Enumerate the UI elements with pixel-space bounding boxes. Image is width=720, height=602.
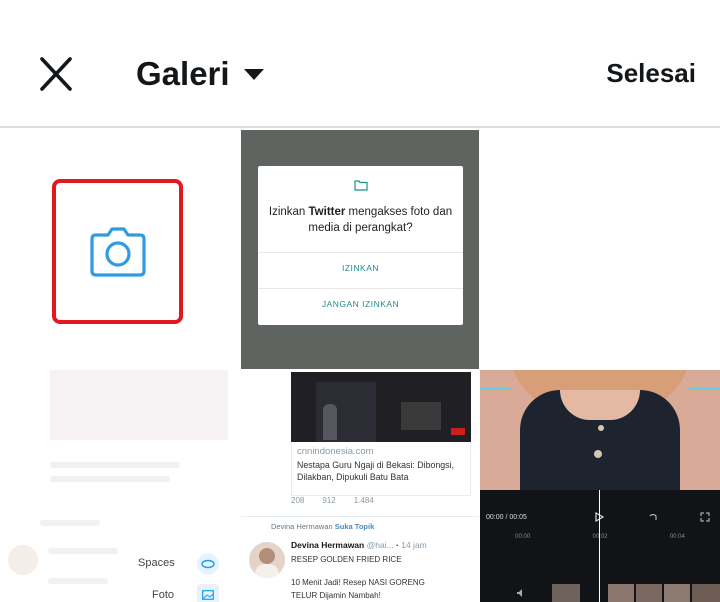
undo-icon: [649, 514, 657, 520]
blurred-text: [50, 462, 180, 468]
camera-tile[interactable]: [0, 130, 240, 369]
tweet-text-line: RESEP GOLDEN FRIED RICE: [291, 555, 402, 564]
timeline-clip: [636, 584, 662, 602]
tweet-author: Devina Hermawan @hai... · 14 jam: [291, 540, 427, 550]
camera-button[interactable]: [52, 179, 183, 324]
video-time: 00:00 / 00:05: [486, 514, 527, 521]
spaces-icon: [197, 553, 219, 575]
deny-label: JANGAN IZINKAN: [321, 299, 400, 309]
media-thumbnail-news-tweet[interactable]: cnnindonesia.com Nestapa Guru Ngaji di B…: [241, 370, 479, 602]
blurred-text: [48, 548, 118, 554]
news-image: [291, 372, 471, 442]
divider: [258, 252, 463, 253]
timeline-clip: [692, 584, 720, 602]
empty-tile: [480, 130, 720, 369]
avatar: [249, 542, 285, 578]
blurred-image: [50, 370, 228, 440]
retweet-context: Devina Hermawan Suka Topik: [271, 522, 375, 531]
media-thumbnail-spaces-menu[interactable]: Spaces Foto: [0, 370, 240, 602]
news-headline: Nestapa Guru Ngaji di Bekasi: Dibongsi, …: [297, 460, 454, 482]
permission-dialog: Izinkan Twitter mengakses foto dan media…: [258, 166, 463, 325]
video-preview: [480, 370, 720, 490]
timeline-marks: 00:0000:0200:04: [515, 534, 685, 540]
media-thumbnail-video-editor[interactable]: 00:00 / 00:05 00:0000:0200:04: [480, 370, 720, 602]
link-card: cnnindonesia.com Nestapa Guru Ngaji di B…: [291, 442, 471, 496]
blurred-text: [50, 476, 170, 482]
timeline-clip: [608, 584, 634, 602]
media-thumbnail-permission-dialog[interactable]: Izinkan Twitter mengakses foto dan media…: [241, 130, 479, 369]
divider: [258, 288, 463, 289]
volume-icon: [517, 589, 522, 597]
gallery-album-selector[interactable]: Galeri: [136, 52, 264, 96]
photo-icon: [197, 584, 219, 602]
tweet-stats: 208 912 1.484: [291, 496, 479, 505]
blurred-text: [40, 520, 100, 526]
tweet-text-line: TELUR Dijamin Nambah!: [291, 591, 381, 600]
fullscreen-icon: [700, 512, 710, 522]
blurred-text: [48, 578, 108, 584]
close-icon: [40, 57, 72, 91]
page-title: Galeri: [136, 55, 230, 92]
editor-timeline: 00:00 / 00:05 00:0000:0200:04: [480, 490, 720, 602]
reply-count: 208: [291, 496, 305, 505]
app-bar: Galeri Selesai: [0, 0, 720, 128]
avatar: [8, 545, 38, 575]
done-button[interactable]: Selesai: [606, 58, 696, 89]
divider: [241, 516, 479, 517]
permission-message: Izinkan Twitter mengakses foto dan media…: [268, 206, 453, 234]
retweet-count: 912: [322, 496, 336, 505]
spaces-label: Spaces: [138, 557, 175, 569]
news-domain: cnnindonesia.com: [297, 446, 374, 457]
folder-icon: [354, 180, 368, 191]
timeline-clip: [552, 584, 580, 602]
timeline-clip: [664, 584, 690, 602]
tweet-text-line: 10 Menit Jadi! Resep NASI GORENG: [291, 578, 425, 587]
camera-icon: [89, 226, 146, 277]
close-button[interactable]: [36, 55, 76, 95]
allow-label: IZINKAN: [341, 263, 380, 273]
like-count: 1.484: [353, 496, 374, 505]
media-grid: Izinkan Twitter mengakses foto dan media…: [0, 130, 720, 602]
caret-down-icon: [243, 68, 264, 80]
playhead: [599, 490, 600, 602]
photo-label: Foto: [152, 589, 175, 601]
